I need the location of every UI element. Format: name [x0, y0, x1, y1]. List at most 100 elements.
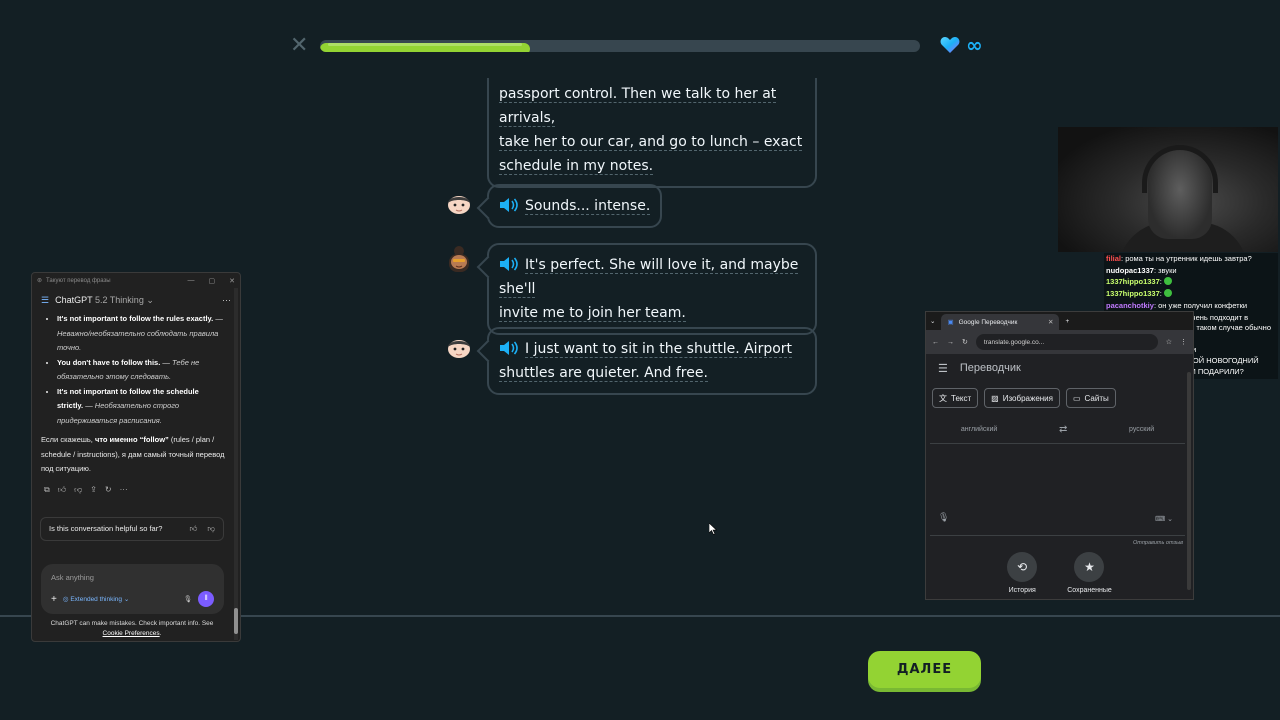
list-item: It's not important to follow the rules e… — [57, 312, 226, 356]
scrollbar[interactable] — [1187, 372, 1191, 590]
sidebar-toggle-icon[interactable]: ☰ — [41, 295, 49, 306]
add-attachment-icon[interactable]: + — [51, 594, 57, 605]
next-button[interactable]: ДАЛЕЕ — [868, 651, 981, 688]
new-tab-icon[interactable]: + — [1065, 318, 1069, 325]
send-feedback-link[interactable]: Отправить отзыв — [926, 536, 1193, 550]
saved-button[interactable]: ★ Сохраненные — [1067, 552, 1112, 594]
reload-icon[interactable]: ↻ — [962, 338, 968, 346]
dialogue-line: take her to our car, and go to lunch – e… — [499, 134, 803, 151]
keyboard-icon[interactable]: ⌨ ⌄ — [1155, 515, 1173, 523]
dialogue-bubble-4: I just want to sit in the shuttle. Airpo… — [487, 327, 817, 395]
progress-fill — [320, 43, 530, 52]
model-selector[interactable]: ChatGPT 5.2 Thinking ⌄ — [55, 295, 154, 306]
speaker-icon[interactable] — [499, 340, 519, 356]
history-button[interactable]: ⟲ История — [1007, 552, 1038, 594]
close-tab-icon[interactable]: ✕ — [1048, 318, 1053, 326]
mode-sites[interactable]: ▭ Сайты — [1065, 388, 1116, 408]
url-field[interactable]: translate.google.co... — [975, 334, 1158, 350]
feedback-question: Is this conversation helpful so far? — [49, 524, 163, 533]
address-bar: ← → ↻ translate.google.co... ☆ ⋮ — [926, 330, 1193, 354]
more-options-icon[interactable]: ··· — [222, 295, 231, 305]
chat-message: 1337hippo1337: — [1106, 277, 1276, 287]
chat-nick: filial — [1106, 254, 1122, 263]
back-icon[interactable]: ← — [932, 339, 939, 346]
extensions-icon[interactable]: ⋮ — [1180, 338, 1187, 346]
character-avatar-girl — [449, 246, 469, 272]
scrollbar[interactable] — [234, 288, 238, 640]
chat-nick: 1337hippo1337 — [1106, 277, 1160, 287]
character-avatar-boy — [448, 196, 470, 214]
speaker-icon[interactable] — [499, 256, 519, 272]
image-icon: ▨ — [991, 393, 999, 403]
copy-icon[interactable]: ⧉ — [44, 485, 50, 495]
chat-composer[interactable]: Ask anything + ◎ Extended thinking ⌄ 🎙︎ … — [41, 564, 224, 614]
voice-mode-icon[interactable]: ⦀ — [198, 591, 214, 607]
translate-modes: ⽂ Текст ▨ Изображения ▭ Сайты — [926, 382, 1193, 408]
hearts-count: ∞ — [966, 33, 983, 57]
feedback-prompt: Is this conversation helpful so far? 👍︎ … — [40, 516, 224, 541]
chat-message: nudopac1337: звуки — [1106, 265, 1177, 275]
dialogue-bubble-1: passport control. Then we talk to her at… — [487, 78, 817, 188]
thumbs-down-icon[interactable]: 👎︎ — [74, 485, 82, 495]
microphone-icon[interactable]: 🎙︎ — [938, 512, 949, 523]
bookmark-icon[interactable]: ☆ — [1166, 338, 1172, 346]
emote-icon — [1163, 277, 1172, 286]
minimize-icon[interactable]: — — [188, 277, 195, 285]
dialogue-line: passport control. Then we talk to her at… — [499, 86, 777, 127]
chat-text: звуки — [1158, 265, 1177, 275]
translate-shortcuts: ⟲ История ★ Сохраненные — [926, 552, 1193, 594]
extended-thinking-toggle[interactable]: ◎ Extended thinking ⌄ — [63, 595, 129, 603]
close-icon[interactable]: ✕ — [229, 277, 235, 285]
source-language[interactable]: английский — [961, 426, 997, 433]
response-paragraph: Если скажешь, что именно “follow” (rules… — [41, 435, 225, 473]
cookie-preferences-link[interactable]: Cookie Preferences — [103, 630, 160, 637]
hearts-counter: ∞ — [940, 33, 983, 57]
forward-icon[interactable]: → — [947, 339, 954, 346]
tab-google-translate[interactable]: ▣ Google Переводчик ✕ — [941, 314, 1060, 330]
source-text-input[interactable]: 🎙︎ ⌨ ⌄ — [930, 444, 1185, 536]
chat-text: он уже получил конфетки — [1158, 300, 1248, 310]
thumbs-up-icon[interactable]: 👍︎ — [58, 485, 66, 495]
lesson-progress-bar — [320, 40, 920, 52]
disclaimer: ChatGPT can make mistakes. Check importa… — [50, 620, 214, 637]
close-lesson-icon[interactable]: ✕ — [290, 35, 308, 57]
translate-icon: ⽂ — [939, 393, 947, 403]
dialogue-line: schedule in my notes. — [499, 158, 654, 175]
share-icon[interactable]: ⇪ — [90, 485, 97, 495]
emote-icon — [1163, 289, 1172, 298]
thumbs-up-icon[interactable]: 👍︎ — [190, 524, 198, 534]
chatgpt-response: It's not important to follow the rules e… — [32, 312, 240, 477]
chatgpt-titlebar: ⊛ Такуют перевод фразы — ▢ ✕ — [32, 273, 240, 288]
dialogue-bubble-2: Sounds... intense. — [487, 184, 663, 228]
chatgpt-window: ⊛ Такуют перевод фразы — ▢ ✕ ☰ ChatGPT 5… — [31, 272, 241, 642]
chat-text: рома ты на утренник идешь завтра? — [1125, 254, 1252, 263]
thumbs-down-icon[interactable]: 👎︎ — [207, 524, 215, 534]
mode-images[interactable]: ▨ Изображения — [984, 388, 1060, 408]
history-icon: ⟲ — [1007, 552, 1038, 582]
response-actions: ⧉ 👍︎ 👎︎ ⇪ ↻ ··· — [32, 477, 240, 503]
chatgpt-window-title: Такуют перевод фразы — [46, 277, 111, 284]
chat-nick: 1337hippo1337 — [1106, 289, 1160, 299]
speaker-icon[interactable] — [499, 197, 519, 213]
heart-icon — [940, 37, 960, 53]
headphones-icon — [1142, 145, 1218, 193]
target-language[interactable]: русский — [1129, 426, 1154, 433]
more-icon[interactable]: ··· — [120, 485, 128, 495]
regenerate-icon[interactable]: ↻ — [105, 485, 112, 495]
menu-icon[interactable]: ☰ — [938, 362, 948, 375]
chatgpt-header: ☰ ChatGPT 5.2 Thinking ⌄ ··· — [32, 288, 240, 312]
language-selector: английский ⇄ русский — [930, 416, 1185, 444]
list-item: You don't have to follow this. — Тебе не… — [57, 356, 226, 385]
tab-list-icon[interactable]: ⌄ — [930, 317, 935, 325]
composer-input[interactable]: Ask anything — [51, 573, 214, 582]
scrollbar-thumb[interactable] — [234, 608, 238, 634]
maximize-icon[interactable]: ▢ — [209, 277, 216, 285]
microphone-icon[interactable]: 🎙︎ — [184, 595, 192, 603]
character-avatar-boy — [448, 340, 470, 358]
chat-message: pacanchotkiy: он уже получил конфетки — [1106, 300, 1248, 310]
mode-text[interactable]: ⽂ Текст — [932, 388, 979, 408]
star-icon: ★ — [1074, 552, 1105, 582]
swap-languages-icon[interactable]: ⇄ — [1059, 424, 1067, 435]
chatgpt-app-icon: ⊛ — [37, 278, 43, 284]
chat-message: filial: рома ты на утренник идешь завтра… — [1106, 254, 1252, 263]
